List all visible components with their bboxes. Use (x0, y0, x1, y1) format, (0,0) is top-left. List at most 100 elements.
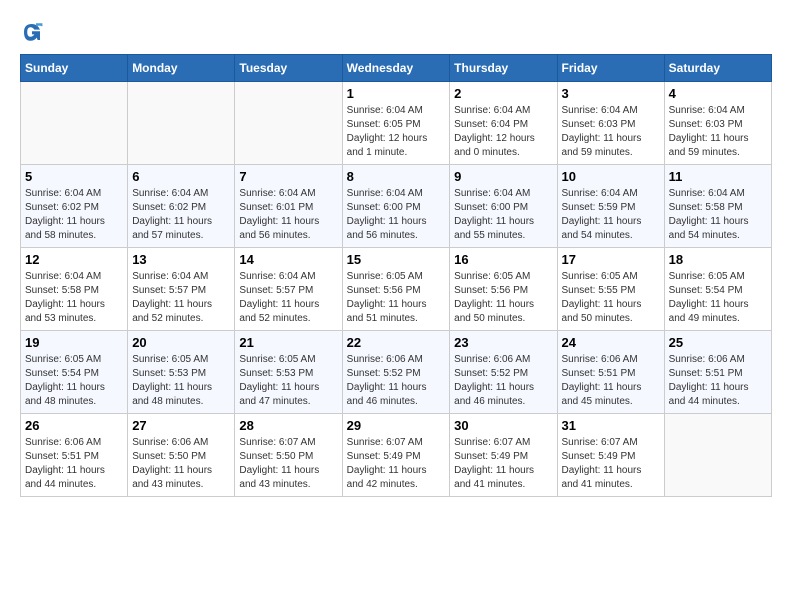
day-number: 28 (239, 418, 337, 433)
day-number: 10 (562, 169, 660, 184)
day-info: Sunrise: 6:04 AM Sunset: 5:57 PM Dayligh… (132, 270, 230, 326)
calendar-cell: 25 Sunrise: 6:06 AM Sunset: 5:51 PM Dayli… (664, 331, 771, 414)
calendar-cell: 26 Sunrise: 6:06 AM Sunset: 5:51 PM Dayli… (21, 414, 128, 497)
calendar-table: SundayMondayTuesdayWednesdayThursdayFrid… (20, 54, 772, 497)
day-info: Sunrise: 6:04 AM Sunset: 6:02 PM Dayligh… (132, 187, 230, 243)
calendar-cell: 23Sunrise: 6:06 AM Sunset: 5:52 PM Dayli… (450, 331, 557, 414)
day-info: Sunrise: 6:05 AM Sunset: 5:54 PM Dayligh… (25, 353, 123, 409)
day-number: 8 (347, 169, 446, 184)
calendar-cell: 16 Sunrise: 6:05 AM Sunset: 5:56 PM Dayli… (450, 248, 557, 331)
day-number: 21 (239, 335, 337, 350)
day-info: Sunrise: 6:06 AM Sunset: 5:50 PM Dayligh… (132, 436, 230, 492)
page-header (20, 20, 772, 44)
day-number: 14 (239, 252, 337, 267)
calendar-cell: 21 Sunrise: 6:05 AM Sunset: 5:53 PM Dayli… (235, 331, 342, 414)
day-info: Sunrise: 6:04 AM Sunset: 5:59 PM Dayligh… (562, 187, 660, 243)
day-info: Sunrise: 6:06 AM Sunset: 5:51 PM Dayligh… (669, 353, 767, 409)
day-info: Sunrise: 6:05 AM Sunset: 5:56 PM Dayligh… (347, 270, 446, 326)
calendar-cell: 11 Sunrise: 6:04 AM Sunset: 5:58 PM Dayli… (664, 165, 771, 248)
day-number: 15 (347, 252, 446, 267)
calendar-cell: 30 Sunrise: 6:07 AM Sunset: 5:49 PM Dayli… (450, 414, 557, 497)
day-number: 26 (25, 418, 123, 433)
calendar-cell: 27Sunrise: 6:06 AM Sunset: 5:50 PM Dayli… (128, 414, 235, 497)
calendar-header-row: SundayMondayTuesdayWednesdayThursdayFrid… (21, 55, 772, 82)
weekday-header-saturday: Saturday (664, 55, 771, 82)
day-number: 18 (669, 252, 767, 267)
calendar-cell: 5 Sunrise: 6:04 AM Sunset: 6:02 PM Daylig… (21, 165, 128, 248)
calendar-cell: 17 Sunrise: 6:05 AM Sunset: 5:55 PM Dayli… (557, 248, 664, 331)
day-number: 30 (454, 418, 552, 433)
day-number: 22 (347, 335, 446, 350)
calendar-cell: 1 Sunrise: 6:04 AM Sunset: 6:05 PM Daylig… (342, 82, 450, 165)
day-info: Sunrise: 6:04 AM Sunset: 5:57 PM Dayligh… (239, 270, 337, 326)
day-number: 2 (454, 86, 552, 101)
calendar-week-row: 26 Sunrise: 6:06 AM Sunset: 5:51 PM Dayli… (21, 414, 772, 497)
day-info: Sunrise: 6:04 AM Sunset: 6:01 PM Dayligh… (239, 187, 337, 243)
day-info: Sunrise: 6:05 AM Sunset: 5:56 PM Dayligh… (454, 270, 552, 326)
calendar-cell: 3Sunrise: 6:04 AM Sunset: 6:03 PM Daylig… (557, 82, 664, 165)
calendar-cell: 29 Sunrise: 6:07 AM Sunset: 5:49 PM Dayli… (342, 414, 450, 497)
day-number: 20 (132, 335, 230, 350)
day-number: 25 (669, 335, 767, 350)
day-info: Sunrise: 6:04 AM Sunset: 6:00 PM Dayligh… (347, 187, 446, 243)
day-info: Sunrise: 6:05 AM Sunset: 5:55 PM Dayligh… (562, 270, 660, 326)
weekday-header-wednesday: Wednesday (342, 55, 450, 82)
day-info: Sunrise: 6:07 AM Sunset: 5:49 PM Dayligh… (347, 436, 446, 492)
calendar-cell: 7 Sunrise: 6:04 AM Sunset: 6:01 PM Daylig… (235, 165, 342, 248)
calendar-cell: 15 Sunrise: 6:05 AM Sunset: 5:56 PM Dayli… (342, 248, 450, 331)
day-info: Sunrise: 6:07 AM Sunset: 5:50 PM Dayligh… (239, 436, 337, 492)
calendar-cell: 31Sunrise: 6:07 AM Sunset: 5:49 PM Dayli… (557, 414, 664, 497)
calendar-cell: 4 Sunrise: 6:04 AM Sunset: 6:03 PM Daylig… (664, 82, 771, 165)
calendar-cell: 24Sunrise: 6:06 AM Sunset: 5:51 PM Dayli… (557, 331, 664, 414)
weekday-header-sunday: Sunday (21, 55, 128, 82)
calendar-cell: 14 Sunrise: 6:04 AM Sunset: 5:57 PM Dayli… (235, 248, 342, 331)
day-info: Sunrise: 6:04 AM Sunset: 6:05 PM Dayligh… (347, 104, 446, 160)
weekday-header-tuesday: Tuesday (235, 55, 342, 82)
calendar-cell: 19 Sunrise: 6:05 AM Sunset: 5:54 PM Dayli… (21, 331, 128, 414)
calendar-cell: 18Sunrise: 6:05 AM Sunset: 5:54 PM Dayli… (664, 248, 771, 331)
calendar-cell: 20Sunrise: 6:05 AM Sunset: 5:53 PM Dayli… (128, 331, 235, 414)
day-number: 7 (239, 169, 337, 184)
calendar-cell: 12 Sunrise: 6:04 AM Sunset: 5:58 PM Dayli… (21, 248, 128, 331)
day-info: Sunrise: 6:06 AM Sunset: 5:52 PM Dayligh… (347, 353, 446, 409)
weekday-header-monday: Monday (128, 55, 235, 82)
calendar-week-row: 1 Sunrise: 6:04 AM Sunset: 6:05 PM Daylig… (21, 82, 772, 165)
logo-icon (20, 20, 44, 44)
day-number: 4 (669, 86, 767, 101)
calendar-week-row: 19 Sunrise: 6:05 AM Sunset: 5:54 PM Dayli… (21, 331, 772, 414)
day-info: Sunrise: 6:04 AM Sunset: 5:58 PM Dayligh… (25, 270, 123, 326)
day-number: 31 (562, 418, 660, 433)
day-info: Sunrise: 6:04 AM Sunset: 6:00 PM Dayligh… (454, 187, 552, 243)
day-number: 6 (132, 169, 230, 184)
calendar-cell (235, 82, 342, 165)
day-info: Sunrise: 6:05 AM Sunset: 5:53 PM Dayligh… (239, 353, 337, 409)
day-number: 17 (562, 252, 660, 267)
weekday-header-friday: Friday (557, 55, 664, 82)
day-info: Sunrise: 6:07 AM Sunset: 5:49 PM Dayligh… (454, 436, 552, 492)
calendar-cell: 8 Sunrise: 6:04 AM Sunset: 6:00 PM Daylig… (342, 165, 450, 248)
day-number: 12 (25, 252, 123, 267)
day-number: 16 (454, 252, 552, 267)
calendar-cell (664, 414, 771, 497)
day-info: Sunrise: 6:04 AM Sunset: 6:03 PM Dayligh… (669, 104, 767, 160)
day-info: Sunrise: 6:04 AM Sunset: 6:04 PM Dayligh… (454, 104, 552, 160)
calendar-cell: 10 Sunrise: 6:04 AM Sunset: 5:59 PM Dayli… (557, 165, 664, 248)
day-info: Sunrise: 6:04 AM Sunset: 5:58 PM Dayligh… (669, 187, 767, 243)
calendar-cell (128, 82, 235, 165)
day-number: 5 (25, 169, 123, 184)
day-number: 11 (669, 169, 767, 184)
day-number: 23 (454, 335, 552, 350)
day-info: Sunrise: 6:04 AM Sunset: 6:03 PM Dayligh… (562, 104, 660, 160)
calendar-cell: 13 Sunrise: 6:04 AM Sunset: 5:57 PM Dayli… (128, 248, 235, 331)
day-number: 13 (132, 252, 230, 267)
day-number: 19 (25, 335, 123, 350)
calendar-cell: 2 Sunrise: 6:04 AM Sunset: 6:04 PM Daylig… (450, 82, 557, 165)
day-number: 1 (347, 86, 446, 101)
day-info: Sunrise: 6:06 AM Sunset: 5:51 PM Dayligh… (25, 436, 123, 492)
day-number: 24 (562, 335, 660, 350)
day-info: Sunrise: 6:04 AM Sunset: 6:02 PM Dayligh… (25, 187, 123, 243)
calendar-cell: 9 Sunrise: 6:04 AM Sunset: 6:00 PM Daylig… (450, 165, 557, 248)
day-number: 9 (454, 169, 552, 184)
day-number: 29 (347, 418, 446, 433)
calendar-week-row: 5 Sunrise: 6:04 AM Sunset: 6:02 PM Daylig… (21, 165, 772, 248)
